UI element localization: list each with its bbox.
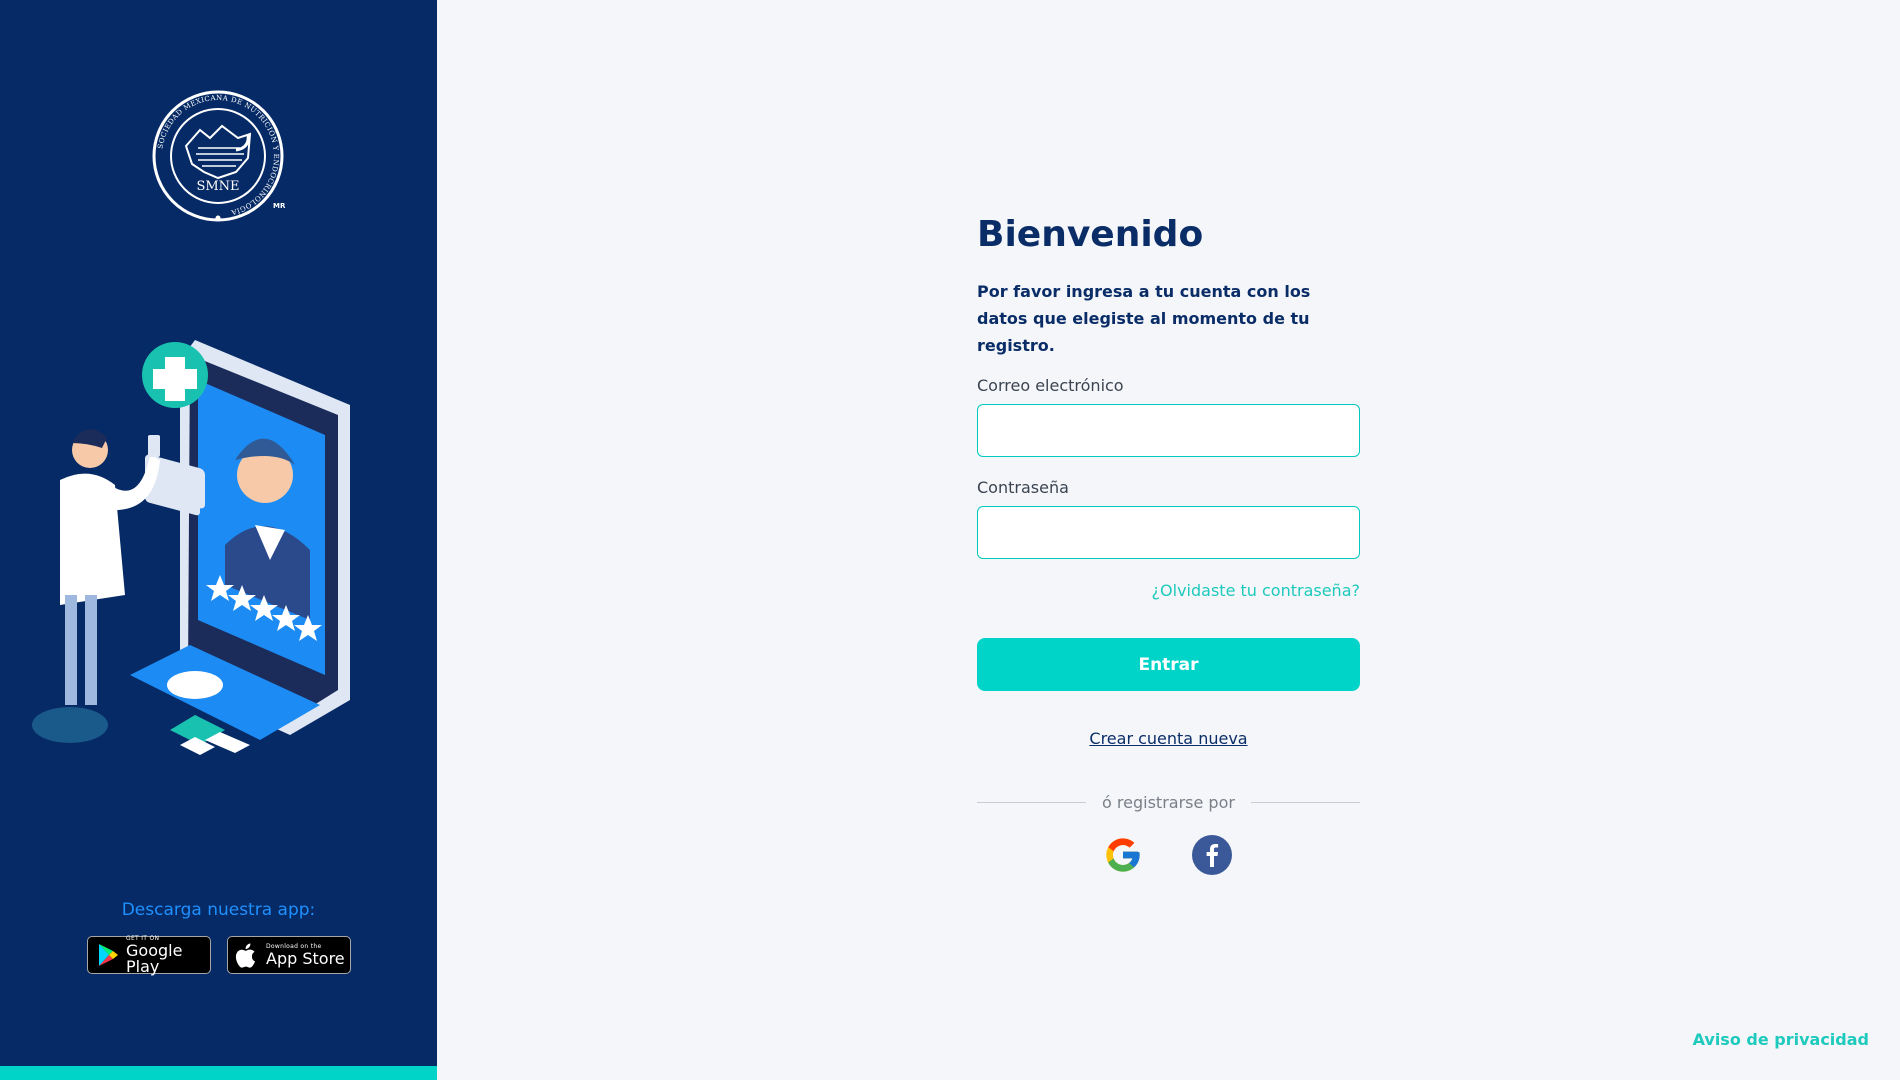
- login-button[interactable]: Entrar: [977, 638, 1360, 691]
- logo-mark: MR: [273, 202, 286, 210]
- create-account-link[interactable]: Crear cuenta nueva: [977, 729, 1360, 748]
- download-app-label: Descarga nuestra app:: [121, 900, 316, 920]
- email-field[interactable]: [977, 404, 1360, 457]
- sidebar: SOCIEDAD MEXICANA DE NUTRICIÓN Y ENDOCRI…: [0, 0, 437, 1080]
- doctor-phone-illustration: [32, 340, 350, 755]
- app-store-badge[interactable]: Download on the App Store: [227, 936, 351, 974]
- app-store-big-text: App Store: [266, 948, 345, 968]
- google-play-big-text: Google Play: [126, 940, 183, 976]
- sidebar-accent-bar: [0, 1066, 437, 1080]
- apple-icon: [235, 943, 255, 968]
- facebook-icon[interactable]: [1192, 835, 1232, 875]
- password-label: Contraseña: [977, 478, 1069, 497]
- divider-line-right: [1250, 801, 1360, 803]
- privacy-notice-link[interactable]: Aviso de privacidad: [1693, 1030, 1869, 1049]
- page-subtitle: Por favor ingresa a tu cuenta con los da…: [977, 282, 1311, 355]
- divider-line-left: [977, 801, 1087, 803]
- logo-text: SMNE: [196, 179, 239, 194]
- smne-logo: SOCIEDAD MEXICANA DE NUTRICIÓN Y ENDOCRI…: [152, 90, 286, 222]
- google-play-badge[interactable]: GET IT ON Google Play: [87, 935, 211, 976]
- logo-ring-text: SOCIEDAD MEXICANA DE NUTRICIÓN Y ENDOCRI…: [156, 94, 279, 217]
- google-icon[interactable]: [1103, 835, 1143, 875]
- svg-text:SOCIEDAD MEXICANA DE NUTRICIÓN: SOCIEDAD MEXICANA DE NUTRICIÓN Y ENDOCRI…: [156, 94, 280, 217]
- social-divider: ó registrarse por: [977, 792, 1360, 812]
- forgot-password-link[interactable]: ¿Olvidaste tu contraseña?: [1152, 581, 1360, 600]
- google-play-icon: [99, 944, 118, 966]
- password-field[interactable]: [977, 506, 1360, 559]
- email-label: Correo electrónico: [977, 376, 1124, 395]
- social-divider-text: ó registrarse por: [1102, 792, 1235, 812]
- page-title: Bienvenido: [977, 214, 1204, 255]
